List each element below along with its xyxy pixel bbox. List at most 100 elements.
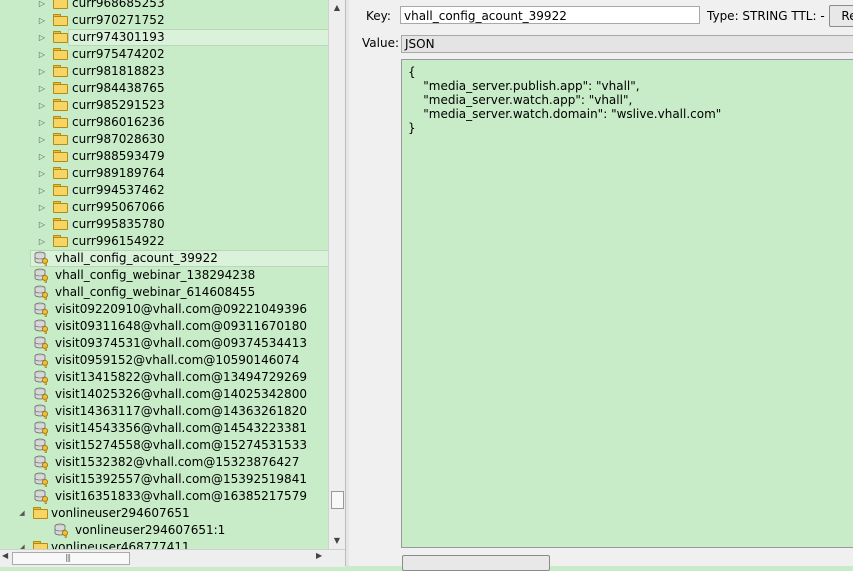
tree-key-item[interactable]: vhall_config_webinar_138294238 (0, 267, 328, 284)
tree-folder-item[interactable]: ◢ vonlineuser468777411 (0, 539, 328, 549)
triangle-right-icon[interactable]: ▷ (37, 131, 47, 148)
tree-folder-label: curr984438765 (72, 81, 165, 95)
scroll-down-icon[interactable]: ▼ (332, 536, 342, 545)
redis-key-icon (34, 251, 50, 267)
tree-key-item[interactable]: visit1532382@vhall.com@15323876427 (0, 454, 328, 471)
tree-key-item[interactable]: visit13415822@vhall.com@13494729269 (0, 369, 328, 386)
folder-icon (53, 48, 68, 60)
triangle-right-icon[interactable]: ▷ (37, 0, 47, 12)
folder-icon (53, 116, 68, 128)
tree-folder-label: curr988593479 (72, 149, 165, 163)
redis-key-icon (34, 302, 50, 318)
folder-icon (53, 14, 68, 26)
tree-folder-item[interactable]: ▷ curr987028630 (0, 131, 328, 148)
triangle-right-icon[interactable]: ▷ (37, 216, 47, 233)
tree-folder-item[interactable]: ▷ curr995835780 (0, 216, 328, 233)
tree-folder-item[interactable]: ▷ curr975474202 (0, 46, 328, 63)
tree-key-item[interactable]: vhall_config_acount_39922 (0, 250, 328, 267)
tree-vertical-scrollbar[interactable]: ▲ ▼ (328, 0, 345, 549)
key-name-input[interactable]: vhall_config_acount_39922 (400, 6, 700, 24)
tree-key-item[interactable]: visit0959152@vhall.com@10590146074 (0, 352, 328, 369)
triangle-right-icon[interactable]: ▷ (37, 165, 47, 182)
tree-key-item[interactable]: visit09374531@vhall.com@09374534413 (0, 335, 328, 352)
tree-key-item[interactable]: visit09220910@vhall.com@09221049396 (0, 301, 328, 318)
tree-key-item[interactable]: visit15392557@vhall.com@15392519841 (0, 471, 328, 488)
tree-folder-item[interactable]: ▷ curr994537462 (0, 182, 328, 199)
redis-key-icon (34, 472, 50, 488)
tree-key-label: vhall_config_webinar_138294238 (55, 268, 256, 282)
tree-folder-item[interactable]: ▷ curr995067066 (0, 199, 328, 216)
tree-key-item[interactable]: visit09311648@vhall.com@09311670180 (0, 318, 328, 335)
scroll-left-icon[interactable]: ◀ (2, 551, 8, 560)
value-text-area[interactable]: { "media_server.publish.app": "vhall", "… (401, 59, 853, 548)
tree-key-item[interactable]: vonlineuser294607651:1 (0, 522, 328, 539)
triangle-right-icon[interactable]: ▷ (37, 29, 47, 46)
triangle-right-icon[interactable]: ▷ (37, 199, 47, 216)
redis-key-icon (34, 336, 50, 352)
tree-folder-item[interactable]: ▷ curr981818823 (0, 63, 328, 80)
value-format-select[interactable]: JSON (401, 35, 853, 53)
triangle-right-icon[interactable]: ▷ (37, 63, 47, 80)
tree-folder-label: curr968685253 (72, 0, 165, 10)
tree-key-label: vhall_config_acount_39922 (55, 251, 218, 265)
folder-icon (53, 99, 68, 111)
tree-key-label: visit16351833@vhall.com@16385217579 (55, 489, 307, 503)
tree-key-label: visit15392557@vhall.com@15392519841 (55, 472, 307, 486)
triangle-right-icon[interactable]: ▷ (37, 46, 47, 63)
tree-key-item[interactable]: visit15274558@vhall.com@15274531533 (0, 437, 328, 454)
scroll-right-icon[interactable]: ▶ (316, 551, 322, 560)
tree-key-item[interactable]: vhall_config_webinar_614608455 (0, 284, 328, 301)
tree-key-item[interactable]: visit14025326@vhall.com@14025342800 (0, 386, 328, 403)
redis-key-icon (34, 489, 50, 505)
tree-folder-label: curr996154922 (72, 234, 165, 248)
tree-key-item[interactable]: visit16351833@vhall.com@16385217579 (0, 488, 328, 505)
tree-folder-item[interactable]: ▷ curr986016236 (0, 114, 328, 131)
redis-key-icon (34, 370, 50, 386)
triangle-right-icon[interactable]: ▷ (37, 97, 47, 114)
triangle-right-icon[interactable]: ▷ (37, 12, 47, 29)
tree-key-label: visit0959152@vhall.com@10590146074 (55, 353, 300, 367)
folder-icon (53, 235, 68, 247)
value-label: Value: (362, 36, 399, 50)
folder-icon (53, 0, 68, 9)
triangle-right-icon[interactable]: ▷ (37, 80, 47, 97)
tree-folder-item[interactable]: ◢ vonlineuser294607651 (0, 505, 328, 522)
scrollbar-thumb[interactable] (331, 491, 344, 509)
tree-folder-item[interactable]: ▷ curr968685253 (0, 0, 328, 12)
tree-folder-label: curr974301193 (72, 30, 165, 44)
tree-key-item[interactable]: visit14543356@vhall.com@14543223381 (0, 420, 328, 437)
type-ttl-label: Type: STRING TTL: - (707, 9, 825, 23)
tree-folder-item[interactable]: ▷ curr974301193 (0, 29, 328, 46)
redis-key-icon (34, 455, 50, 471)
redis-key-icon (34, 404, 50, 420)
redis-key-icon (34, 438, 50, 454)
tree-horizontal-scrollbar[interactable]: ◀ ||| ▶ (0, 549, 345, 567)
tree-key-label: vhall_config_webinar_614608455 (55, 285, 256, 299)
scrollbar-thumb[interactable]: ||| (12, 552, 130, 565)
triangle-right-icon[interactable]: ▷ (37, 182, 47, 199)
tree-folder-item[interactable]: ▷ curr996154922 (0, 233, 328, 250)
key-tree[interactable]: ▷ curr968685253 ▷ curr970271752 ▷ curr9743011… (0, 0, 328, 549)
tree-folder-label: curr970271752 (72, 13, 165, 27)
tree-folder-label: curr986016236 (72, 115, 165, 129)
tree-key-item[interactable]: visit14363117@vhall.com@14363261820 (0, 403, 328, 420)
tree-folder-item[interactable]: ▷ curr988593479 (0, 148, 328, 165)
triangle-down-icon[interactable]: ◢ (17, 539, 27, 549)
triangle-right-icon[interactable]: ▷ (37, 114, 47, 131)
folder-icon (53, 133, 68, 145)
tree-folder-item[interactable]: ▷ curr985291523 (0, 97, 328, 114)
tree-folder-item[interactable]: ▷ curr970271752 (0, 12, 328, 29)
redis-key-icon (34, 285, 50, 301)
tree-key-label: visit14543356@vhall.com@14543223381 (55, 421, 307, 435)
tree-key-label: visit1532382@vhall.com@15323876427 (55, 455, 300, 469)
save-button[interactable] (402, 555, 550, 571)
triangle-right-icon[interactable]: ▷ (37, 233, 47, 250)
triangle-right-icon[interactable]: ▷ (37, 148, 47, 165)
tree-folder-item[interactable]: ▷ curr989189764 (0, 165, 328, 182)
rename-button[interactable]: Re (829, 5, 853, 27)
redis-key-icon (34, 268, 50, 284)
triangle-down-icon[interactable]: ◢ (17, 505, 27, 522)
tree-folder-item[interactable]: ▷ curr984438765 (0, 80, 328, 97)
redis-key-icon (34, 421, 50, 437)
scroll-up-icon[interactable]: ▲ (332, 3, 342, 12)
